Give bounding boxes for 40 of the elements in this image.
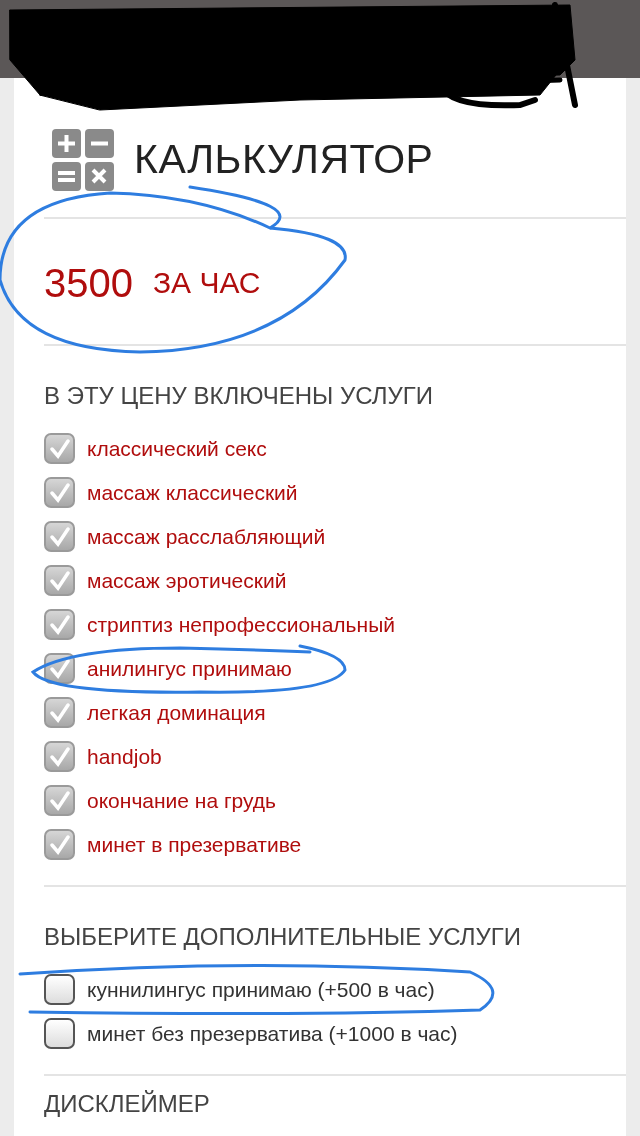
section-heading: ВЫБЕРИТЕ ДОПОЛНИТЕЛЬНЫЕ УСЛУГИ [44, 922, 522, 952]
option-label: минет без презерватива (+1000 в час) [87, 1020, 458, 1047]
checkbox[interactable] [44, 477, 75, 509]
page-title: КАЛЬКУЛЯТОР [134, 134, 434, 184]
checkbox[interactable] [44, 1018, 75, 1050]
check-icon [48, 526, 71, 547]
checkbox[interactable] [44, 609, 75, 641]
option-label: стриптиз непрофессиональный [87, 612, 395, 639]
check-icon [48, 482, 71, 503]
calculator-icon [52, 128, 114, 191]
checkbox[interactable] [44, 521, 75, 553]
option-label: массаж эротический [87, 568, 287, 595]
check-icon [48, 438, 71, 459]
option-label: куннилингус принимаю (+500 в час) [87, 976, 435, 1003]
check-icon [48, 570, 71, 591]
check-icon [48, 614, 71, 635]
price-amount: 3500 [44, 259, 133, 307]
option-label: окончание на грудь [87, 788, 277, 815]
check-icon [48, 746, 71, 767]
option-label: минет в презервативе [87, 832, 302, 859]
option-label: массаж классический [87, 480, 298, 507]
check-icon [48, 790, 71, 811]
option-label: handjob [87, 744, 162, 771]
checkbox[interactable] [44, 829, 75, 861]
checkbox[interactable] [44, 433, 75, 465]
price-unit: ЗА ЧАС [153, 265, 261, 301]
checkbox[interactable] [44, 785, 75, 817]
section-heading: В ЭТУ ЦЕНУ ВКЛЮЧЕНЫ УСЛУГИ [44, 382, 434, 411]
check-icon [48, 702, 71, 723]
option-label: легкая доминация [87, 700, 266, 727]
section-heading: ДИСКЛЕЙМЕР [44, 1088, 211, 1119]
check-icon [48, 834, 71, 855]
checkbox[interactable] [44, 697, 75, 729]
checkbox[interactable] [44, 741, 75, 773]
checkbox[interactable] [44, 565, 75, 597]
option-label: классический секс [87, 436, 267, 463]
check-icon [48, 658, 71, 679]
checkbox[interactable] [44, 974, 75, 1006]
option-label: массаж расслабляющий [87, 524, 326, 551]
option-label: анилингус принимаю [87, 656, 292, 683]
